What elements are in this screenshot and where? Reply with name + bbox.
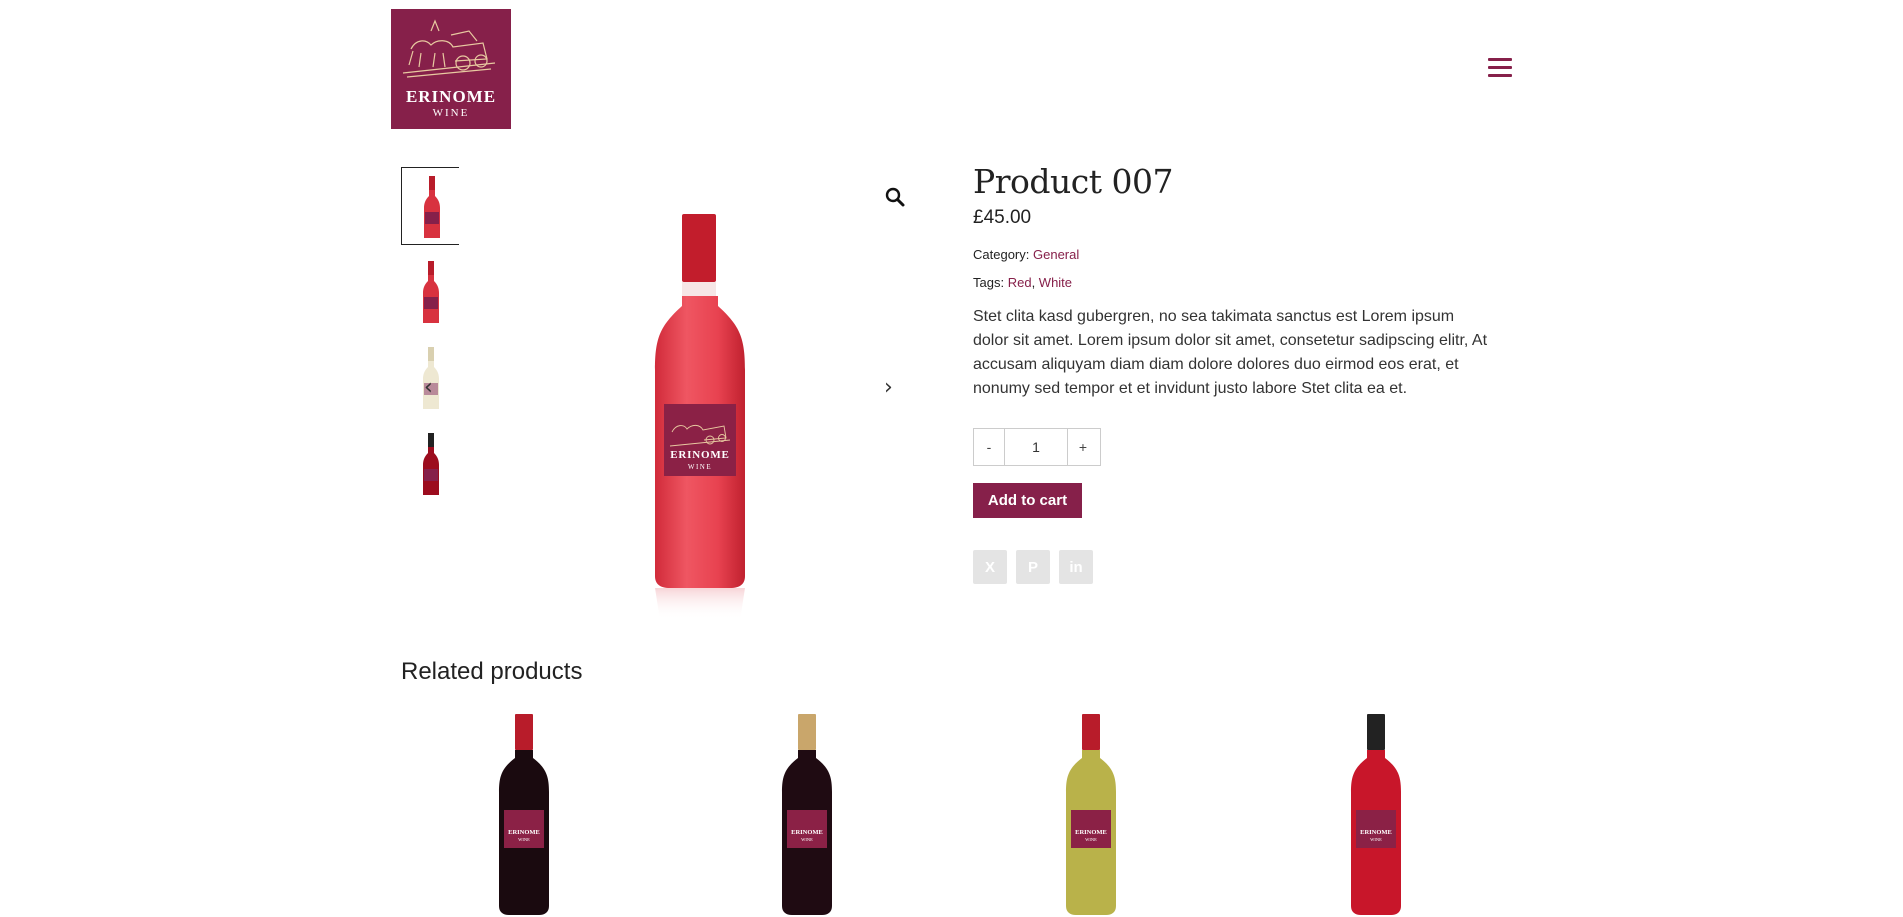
svg-text:WINE: WINE bbox=[1085, 837, 1097, 842]
tag-separator: , bbox=[1031, 275, 1039, 290]
twitter-x-icon[interactable]: X bbox=[973, 550, 1007, 584]
related-bottle-image: ERINOMEWINE bbox=[499, 714, 549, 915]
main-product-image[interactable]: ERINOME WINE bbox=[640, 210, 760, 630]
svg-text:ERINOME: ERINOME bbox=[1075, 829, 1107, 836]
svg-text:WINE: WINE bbox=[518, 837, 530, 842]
tags-meta: Tags: Red, White bbox=[973, 275, 1493, 291]
magnifier-icon[interactable] bbox=[884, 186, 906, 208]
tag-link-red[interactable]: Red bbox=[1008, 275, 1032, 290]
svg-text:WINE: WINE bbox=[688, 463, 712, 471]
site-logo[interactable]: ERINOME WINE bbox=[391, 9, 511, 129]
category-label: Category: bbox=[973, 247, 1030, 262]
quantity-input[interactable] bbox=[1004, 429, 1068, 465]
thumbnail-2[interactable] bbox=[401, 253, 459, 331]
thumbnail-1[interactable] bbox=[401, 167, 459, 245]
related-products-heading: Related products bbox=[401, 658, 583, 685]
svg-text:WINE: WINE bbox=[1370, 837, 1382, 842]
tags-label: Tags: bbox=[973, 275, 1005, 290]
related-product-3[interactable]: ERINOME WINE bbox=[1061, 710, 1121, 917]
chevron-left-icon[interactable]: ‹ bbox=[424, 377, 444, 399]
logo-name: ERINOME bbox=[405, 87, 497, 106]
related-bottle-image: ERINOMEWINE bbox=[1066, 714, 1116, 915]
related-product-1[interactable]: ERINOME WINE bbox=[494, 710, 554, 917]
share-buttons: X P in bbox=[973, 550, 1102, 584]
quantity-decrease-button[interactable]: - bbox=[974, 429, 1004, 465]
hamburger-menu-icon[interactable] bbox=[1488, 58, 1512, 80]
bottle-thumbnail-image bbox=[424, 176, 440, 238]
logo-subtitle: WINE bbox=[432, 107, 470, 119]
gallery-thumbnails bbox=[401, 167, 459, 511]
svg-text:ERINOME: ERINOME bbox=[670, 449, 729, 461]
product-summary: Product 007 £45.00 Category: General Tag… bbox=[973, 160, 1493, 401]
related-bottle-image: ERINOMEWINE bbox=[782, 714, 832, 915]
related-product-2[interactable]: ERINOME WINE bbox=[777, 710, 837, 917]
wine-bottle-image: ERINOME WINE bbox=[655, 214, 745, 620]
product-price: £45.00 bbox=[973, 207, 1032, 228]
related-bottle-image: ERINOMEWINE bbox=[1351, 714, 1401, 915]
product-title: Product 007 bbox=[973, 162, 1173, 201]
product-description: Stet clita kasd gubergren, no sea takima… bbox=[973, 308, 1488, 397]
chevron-right-icon[interactable]: › bbox=[884, 377, 904, 399]
linkedin-icon[interactable]: in bbox=[1059, 550, 1093, 584]
pinterest-icon[interactable]: P bbox=[1016, 550, 1050, 584]
quantity-increase-button[interactable]: + bbox=[1068, 429, 1098, 465]
bottle-thumbnail-image bbox=[423, 433, 439, 495]
svg-text:WINE: WINE bbox=[801, 837, 813, 842]
category-meta: Category: General bbox=[973, 247, 1493, 263]
thumbnail-4[interactable] bbox=[401, 425, 459, 503]
bottle-thumbnail-image bbox=[423, 261, 439, 323]
quantity-stepper: - + bbox=[973, 428, 1101, 466]
add-to-cart-button[interactable]: Add to cart bbox=[973, 483, 1082, 518]
category-link[interactable]: General bbox=[1033, 247, 1079, 262]
svg-text:ERINOME: ERINOME bbox=[1360, 829, 1392, 836]
tag-link-white[interactable]: White bbox=[1039, 275, 1072, 290]
related-product-4[interactable]: ERINOME WINE bbox=[1346, 710, 1406, 917]
svg-text:ERINOME: ERINOME bbox=[791, 829, 823, 836]
svg-text:ERINOME: ERINOME bbox=[508, 829, 540, 836]
